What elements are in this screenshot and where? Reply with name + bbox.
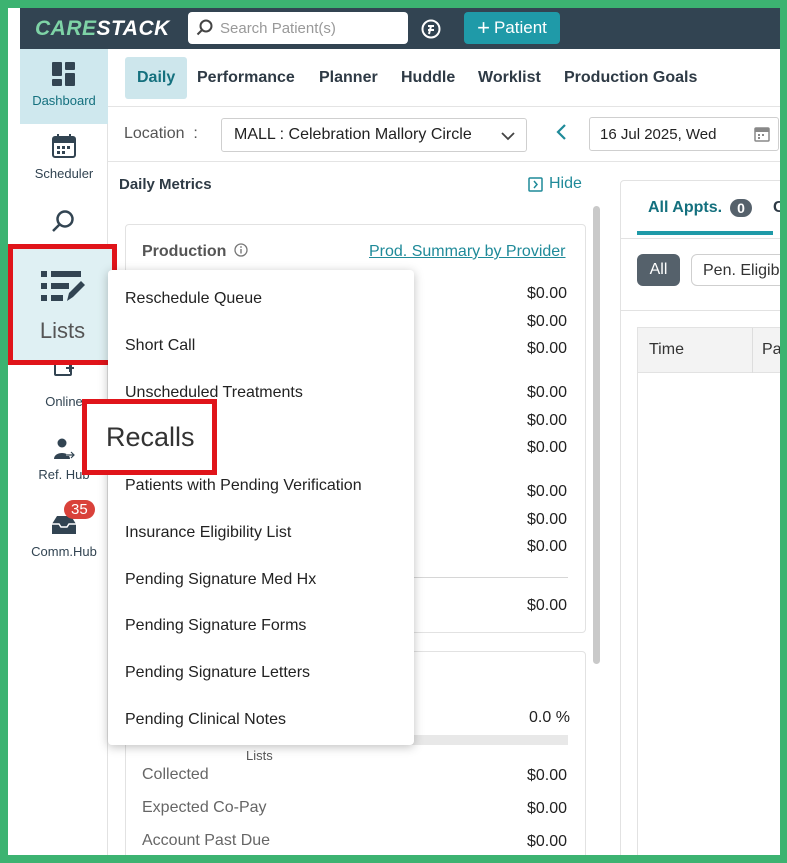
menu-item-reschedule-queue[interactable]: Reschedule Queue bbox=[125, 290, 262, 308]
menu-item-pending-verification[interactable]: Patients with Pending Verification bbox=[125, 477, 362, 495]
tab-performance[interactable]: Performance bbox=[185, 57, 307, 99]
collapse-panel-icon bbox=[528, 176, 543, 192]
menu-item-short-call[interactable]: Short Call bbox=[125, 337, 195, 355]
active-tab-indicator bbox=[637, 231, 773, 235]
search-input[interactable] bbox=[220, 19, 400, 37]
divider bbox=[621, 310, 780, 311]
menu-item-recalls[interactable]: Recalls bbox=[82, 399, 217, 475]
location-row: Location : MALL : Celebration Mallory Ci… bbox=[108, 107, 780, 162]
sidebar-label-lists: Lists bbox=[39, 318, 86, 343]
production-heading: Production bbox=[142, 243, 248, 261]
account-past-due-label: Account Past Due bbox=[142, 832, 271, 849]
all-appts-count: 0 bbox=[730, 199, 752, 217]
date-picker[interactable]: 16 Jul 2025, Wed bbox=[589, 117, 779, 151]
metric-total-amount: $0.00 bbox=[527, 597, 568, 614]
tab-daily[interactable]: Daily bbox=[125, 57, 188, 99]
add-patient-label: Patient bbox=[493, 18, 547, 37]
lists-menu: Reschedule Queue Short Call Unscheduled … bbox=[108, 270, 414, 745]
tab-all-appts[interactable]: All Appts. 0 bbox=[648, 199, 752, 217]
quick-action-icon[interactable] bbox=[420, 18, 442, 40]
dashboard-icon bbox=[52, 62, 75, 86]
collection-percent: 0.0 % bbox=[529, 709, 570, 726]
location-select[interactable]: MALL : Celebration Mallory Circle bbox=[221, 118, 527, 152]
tab-production-goals[interactable]: Production Goals bbox=[552, 57, 709, 99]
sidebar-item-lists[interactable]: Lists bbox=[8, 244, 117, 365]
metric-amount: $0.00 bbox=[527, 412, 568, 429]
metrics-scrollbar[interactable] bbox=[593, 206, 600, 664]
hide-label: Hide bbox=[549, 175, 582, 192]
sidebar-label-comm-hub: Comm.Hub bbox=[31, 544, 97, 559]
sidebar-item-dashboard[interactable]: Dashboard bbox=[20, 49, 108, 124]
metric-amount: $0.00 bbox=[527, 511, 568, 528]
sidebar-label-dashboard: Dashboard bbox=[32, 93, 96, 108]
menu-item-pending-signature-forms[interactable]: Pending Signature Forms bbox=[125, 617, 306, 635]
account-past-due-value: $0.00 bbox=[527, 833, 568, 850]
prod-summary-link[interactable]: Prod. Summary by Provider bbox=[369, 243, 566, 261]
tab-planner[interactable]: Planner bbox=[307, 57, 390, 99]
comm-hub-badge: 35 bbox=[64, 500, 95, 519]
metric-amount: $0.00 bbox=[527, 285, 568, 302]
sidebar-item-search[interactable] bbox=[20, 209, 108, 235]
filter-pending-eligibility-button[interactable]: Pen. Eligib bbox=[691, 254, 780, 286]
app-frame: CARESTACK + Patient Dashboard Scheduler … bbox=[8, 8, 780, 855]
location-label: Location : bbox=[124, 125, 198, 142]
tab-next[interactable]: C bbox=[773, 199, 780, 217]
calendar-icon bbox=[52, 134, 76, 158]
column-header-patient[interactable]: Pa bbox=[762, 341, 780, 359]
logo-part2: STACK bbox=[96, 17, 170, 40]
table-header: Time Pa bbox=[638, 328, 780, 373]
metric-amount: $0.00 bbox=[527, 439, 568, 456]
expected-copay-label: Expected Co-Pay bbox=[142, 799, 267, 816]
location-value: MALL : Celebration Mallory Circle bbox=[234, 126, 472, 143]
column-header-time[interactable]: Time bbox=[649, 341, 684, 359]
list-edit-icon bbox=[40, 271, 85, 301]
metric-amount: $0.00 bbox=[527, 340, 568, 357]
all-appts-label: All Appts. bbox=[648, 199, 723, 216]
search-icon bbox=[196, 19, 213, 36]
carestack-logo[interactable]: CARESTACK bbox=[35, 17, 170, 41]
column-separator bbox=[752, 328, 753, 373]
add-patient-button[interactable]: + Patient bbox=[464, 12, 560, 44]
menu-item-pending-clinical-notes[interactable]: Pending Clinical Notes bbox=[125, 711, 286, 729]
plus-icon: + bbox=[477, 15, 490, 40]
collected-label: Collected bbox=[142, 766, 209, 783]
dashboard-tabs: Daily Performance Planner Huddle Worklis… bbox=[108, 49, 780, 107]
appointments-table: Time Pa bbox=[637, 327, 780, 855]
search-icon bbox=[52, 210, 74, 232]
calendar-icon bbox=[754, 127, 770, 142]
sidebar-item-scheduler[interactable]: Scheduler bbox=[20, 134, 108, 181]
top-bar: CARESTACK + Patient bbox=[20, 8, 780, 49]
expected-copay-value: $0.00 bbox=[527, 800, 568, 817]
patient-search-box[interactable] bbox=[188, 12, 408, 44]
collected-value: $0.00 bbox=[527, 767, 568, 784]
lists-tooltip: Lists bbox=[246, 748, 273, 763]
sidebar-item-comm-hub[interactable]: Comm.Hub 35 bbox=[20, 500, 108, 559]
menu-item-pending-signature-letters[interactable]: Pending Signature Letters bbox=[125, 664, 310, 682]
previous-date-icon[interactable] bbox=[554, 123, 568, 141]
referral-icon bbox=[54, 438, 76, 459]
menu-item-pending-signature-med-hx[interactable]: Pending Signature Med Hx bbox=[125, 571, 316, 589]
tab-worklist[interactable]: Worklist bbox=[466, 57, 553, 99]
metric-amount: $0.00 bbox=[527, 538, 568, 555]
daily-metrics-title: Daily Metrics bbox=[119, 176, 212, 193]
filter-all-button[interactable]: All bbox=[637, 254, 680, 286]
metric-amount: $0.00 bbox=[527, 483, 568, 500]
tab-huddle[interactable]: Huddle bbox=[389, 57, 467, 99]
info-icon bbox=[234, 243, 248, 257]
divider bbox=[621, 238, 780, 239]
metric-amount: $0.00 bbox=[527, 313, 568, 330]
date-value: 16 Jul 2025, Wed bbox=[600, 126, 717, 143]
hide-button[interactable]: Hide bbox=[528, 175, 582, 193]
appointments-panel: All Appts. 0 C All Pen. Eligib Time Pa bbox=[620, 180, 780, 855]
chevron-down-icon bbox=[501, 132, 515, 141]
logo-part1: CARE bbox=[35, 17, 97, 40]
sidebar-label-scheduler: Scheduler bbox=[34, 166, 94, 181]
metric-amount: $0.00 bbox=[527, 384, 568, 401]
menu-item-insurance-eligibility[interactable]: Insurance Eligibility List bbox=[125, 524, 291, 542]
